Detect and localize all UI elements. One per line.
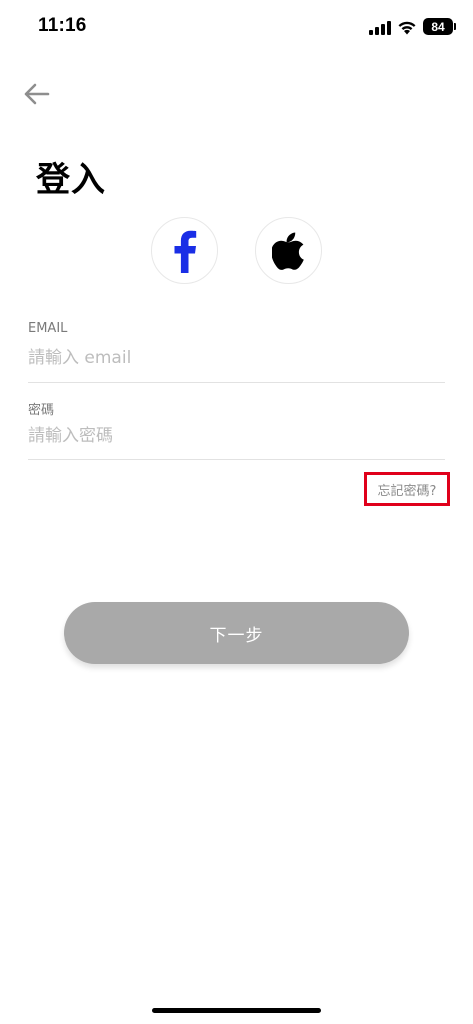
facebook-login-button[interactable] <box>151 217 218 284</box>
forgot-password-link[interactable]: 忘記密碼? <box>378 480 437 499</box>
battery-icon: 84 <box>423 18 456 35</box>
facebook-icon <box>174 230 196 273</box>
battery-level: 84 <box>431 19 445 34</box>
email-divider <box>28 382 445 383</box>
next-button[interactable]: 下一步 <box>64 602 409 664</box>
password-label: 密碼 <box>28 403 55 418</box>
login-screen: 11:16 84 登入 EMAIL 請輸入 email 密碼 忘記密碼? 下一步 <box>0 0 473 1024</box>
home-indicator <box>152 1008 321 1013</box>
back-button[interactable] <box>16 74 56 114</box>
password-divider <box>28 459 445 460</box>
page-title: 登入 <box>36 160 106 200</box>
wifi-icon <box>398 21 416 34</box>
email-label: EMAIL <box>28 321 68 336</box>
status-time: 11:16 <box>38 15 87 36</box>
cellular-signal-icon <box>369 19 391 35</box>
apple-login-button[interactable] <box>255 217 322 284</box>
forgot-password-highlight[interactable]: 忘記密碼? <box>364 472 450 506</box>
apple-icon <box>271 232 304 270</box>
password-input[interactable] <box>28 418 445 454</box>
email-input[interactable] <box>28 340 445 376</box>
status-bar: 11:16 84 <box>0 0 473 56</box>
arrow-left-icon <box>24 83 50 105</box>
status-icons: 84 <box>369 18 456 35</box>
